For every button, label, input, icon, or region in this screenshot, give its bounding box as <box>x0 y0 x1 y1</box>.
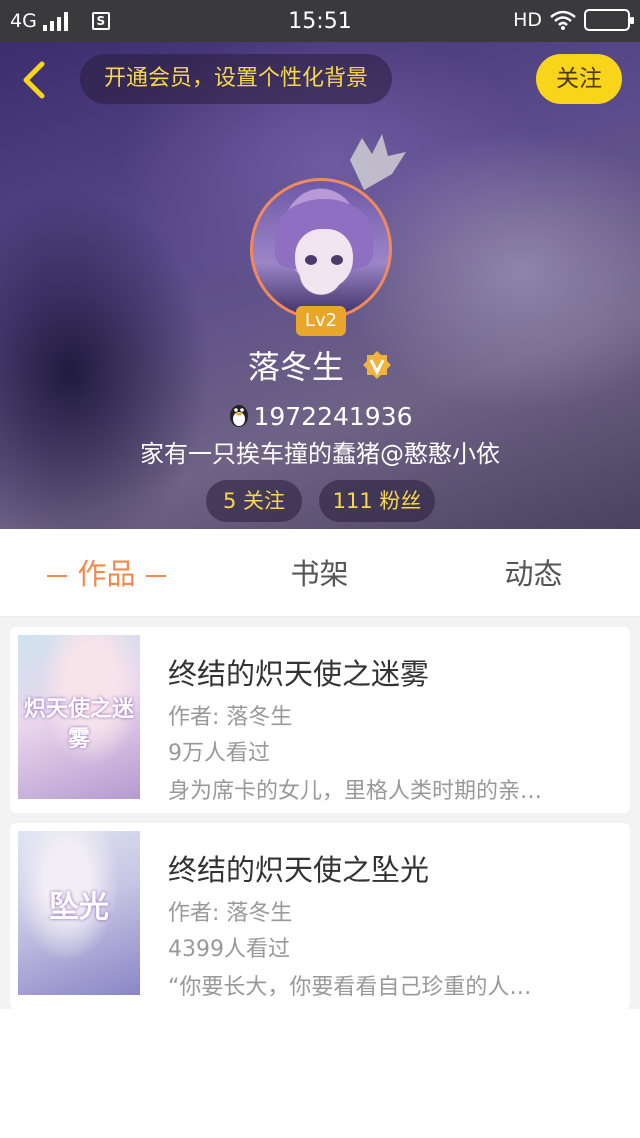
vip-background-prompt[interactable]: 开通会员，设置个性化背景 <box>80 54 392 104</box>
book-description: “你要长大，你要看看自己珍重的人… <box>168 975 532 1000</box>
book-author: 作者: 落冬生 <box>168 705 293 730</box>
verified-v-icon <box>363 351 392 379</box>
avatar[interactable] <box>250 178 392 320</box>
book-description: 身为席卡的女儿，里格人类时期的亲… <box>168 779 543 804</box>
username-row: 落冬生 <box>0 342 640 388</box>
back-arrow-icon[interactable] <box>18 60 48 100</box>
book-read-count: 9万人看过 <box>168 741 270 766</box>
tab-bookshelf-label: 书架 <box>290 557 349 591</box>
wifi-icon <box>550 10 576 30</box>
book-card[interactable]: 坠光 终结的炽天使之坠光 作者: 落冬生 4399人看过 “你要长大，你要看看自… <box>10 823 630 1009</box>
follow-button[interactable]: 关注 <box>536 54 622 104</box>
bio: 家有一只挨车撞的蠢猪@憨憨小依 <box>140 440 500 468</box>
book-cover[interactable]: 炽天使之迷雾 <box>18 635 140 799</box>
tab-works-label: 作品 <box>77 557 136 591</box>
book-cover-title: 炽天使之迷雾 <box>24 697 135 752</box>
book-list: 炽天使之迷雾 终结的炽天使之迷雾 作者: 落冬生 9万人看过 身为席卡的女儿，里… <box>0 617 640 1009</box>
username: 落冬生 <box>247 348 344 386</box>
tab-activity[interactable]: 动态 <box>427 529 640 617</box>
tab-bookshelf[interactable]: 书架 <box>213 529 426 617</box>
book-read-count: 4399人看过 <box>168 937 290 962</box>
battery-icon <box>584 9 634 31</box>
status-bar: 4G S 15:51 HD <box>0 0 640 42</box>
book-cover[interactable]: 坠光 <box>18 831 140 995</box>
book-card[interactable]: 炽天使之迷雾 终结的炽天使之迷雾 作者: 落冬生 9万人看过 身为席卡的女儿，里… <box>10 627 630 813</box>
profile-tabs: 作品 书架 动态 <box>0 529 640 617</box>
qq-number: 1972241936 <box>253 402 413 431</box>
tab-activity-label: 动态 <box>504 557 563 591</box>
qq-penguin-icon <box>230 405 249 427</box>
tab-works[interactable]: 作品 <box>0 529 213 617</box>
qq-row: 1972241936 <box>0 402 640 431</box>
level-badge: Lv2 <box>296 306 346 336</box>
profile-header: 开通会员，设置个性化背景 关注 Lv2 落冬生 1972241936 家有一只挨… <box>0 42 640 529</box>
book-title[interactable]: 终结的炽天使之坠光 <box>168 847 429 889</box>
following-count[interactable]: 5 关注 <box>206 480 302 522</box>
book-author: 作者: 落冬生 <box>168 901 293 926</box>
hd-label: HD <box>513 9 542 31</box>
book-title[interactable]: 终结的炽天使之迷雾 <box>168 651 429 693</box>
book-cover-title: 坠光 <box>49 890 109 925</box>
followers-count[interactable]: 111 粉丝 <box>319 480 435 522</box>
